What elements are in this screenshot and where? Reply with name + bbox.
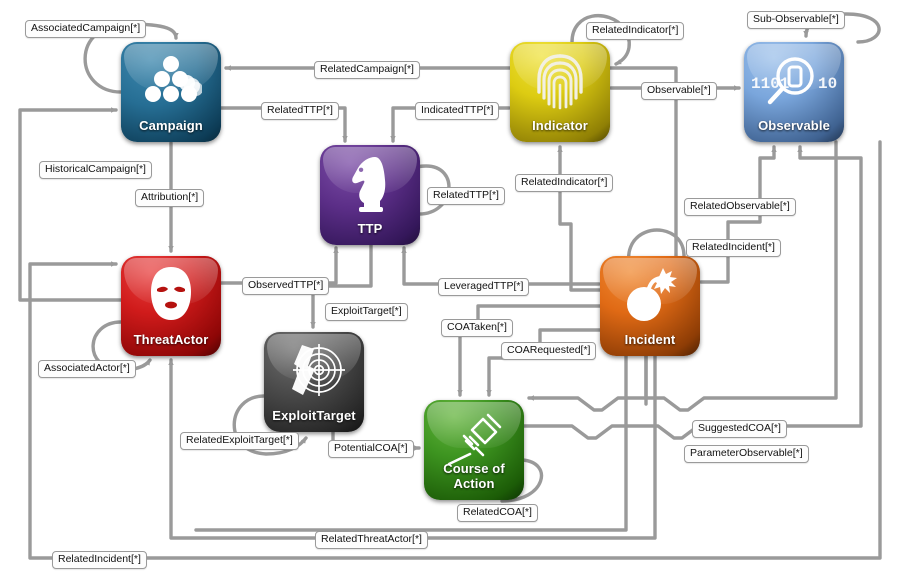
rel-label-related-incident: RelatedIncident[*] [52,551,147,569]
node-indicator[interactable]: Indicator [510,42,610,142]
rel-label-related-incident-self: RelatedIncident[*] [686,239,781,257]
node-incident[interactable]: Incident [600,256,700,356]
rel-label-coa-requested: COARequested[*] [501,342,597,360]
node-exploittarget[interactable]: ExploitTarget [264,332,364,432]
rel-label-sub-observable: Sub-Observable[*] [747,11,845,29]
svg-text:10: 10 [818,75,837,93]
rel-label-observable: Observable[*] [641,82,717,100]
node-label: Campaign [139,118,203,133]
node-label: ExploitTarget [272,408,356,423]
node-ttp[interactable]: TTP [320,145,420,245]
rel-label-related-observable: RelatedObservable[*] [684,198,796,216]
rel-label-exploit-target: ExploitTarget[*] [325,303,408,321]
rel-label-coa-taken: COATaken[*] [441,319,513,337]
rel-label-indicated-ttp: IndicatedTTP[*] [415,102,500,120]
rel-label-related-indicator: RelatedIndicator[*] [515,174,614,192]
rel-label-parameter-observable: ParameterObservable[*] [684,445,809,463]
node-observable[interactable]: 1101 10 Observable [744,42,844,142]
node-label: ThreatActor [133,332,209,347]
node-label: TTP [357,221,383,236]
rel-label-historical-campaign: HistoricalCampaign[*] [39,161,152,179]
rel-label-observed-ttp: ObservedTTP[*] [242,277,330,295]
magnifier-binary-icon: 1101 10 [744,48,844,114]
rel-label-related-coa: RelatedCOA[*] [457,504,538,522]
bomb-icon [600,262,700,328]
rel-label-related-ttp-self: RelatedTTP[*] [427,187,505,205]
rel-label-related-indicator-self: RelatedIndicator[*] [586,22,685,40]
rel-label-suggested-coa: SuggestedCOA[*] [692,420,787,438]
rel-label-related-threat-actor: RelatedThreatActor[*] [315,531,428,549]
rel-label-attribution: Attribution[*] [135,189,205,207]
rel-label-associated-actor: AssociatedActor[*] [38,360,136,378]
node-campaign[interactable]: Campaign [121,42,221,142]
rel-label-leveraged-ttp: LeveragedTTP[*] [438,278,530,296]
rel-label-related-exploit-target: RelatedExploitTarget[*] [180,432,299,450]
rel-label-related-ttp-campaign: RelatedTTP[*] [261,102,339,120]
fingerprint-icon [510,48,610,114]
rel-label-potential-coa: PotentialCOA[*] [328,440,414,458]
rel-label-associated-campaign: AssociatedCampaign[*] [25,20,147,38]
balaclava-icon [121,262,221,328]
stix-architecture-diagram: Campaign TTP Indicator 1101 10 Observabl… [0,0,901,585]
target-crosshair-icon [264,338,364,404]
node-threatactor[interactable]: ThreatActor [121,256,221,356]
rel-label-related-campaign: RelatedCampaign[*] [314,61,420,79]
node-course-of-action[interactable]: Course of Action [424,400,524,500]
cannonball-stack-icon [121,48,221,114]
node-label: Observable [758,118,830,133]
chess-knight-icon [320,151,420,217]
node-label: Indicator [532,118,588,133]
node-label: Course of Action [443,461,505,491]
node-label: Incident [624,332,676,347]
